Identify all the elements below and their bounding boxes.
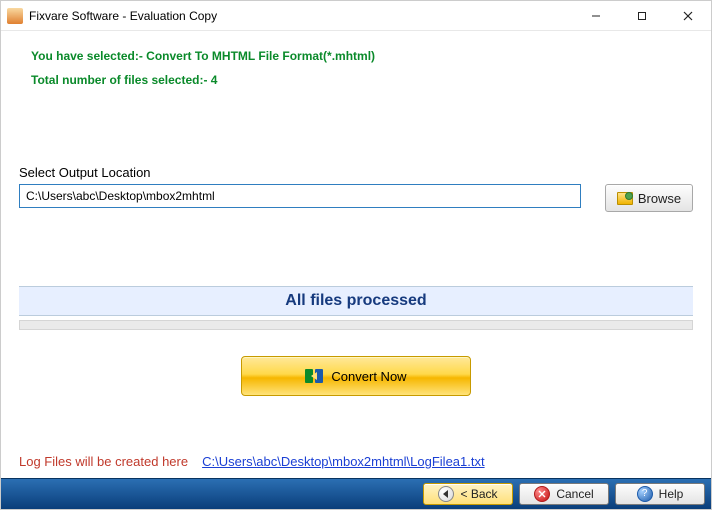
back-button[interactable]: < Back <box>423 483 513 505</box>
browse-button-label: Browse <box>638 191 681 206</box>
selection-summary-count: Total number of files selected:- 4 <box>31 73 693 87</box>
cancel-button[interactable]: Cancel <box>519 483 609 505</box>
back-button-label: < Back <box>460 487 497 501</box>
cancel-icon <box>534 486 550 502</box>
folder-icon <box>617 192 633 205</box>
content-area: You have selected:- Convert To MHTML Fil… <box>1 31 711 396</box>
titlebar: Fixvare Software - Evaluation Copy <box>1 1 711 31</box>
maximize-button[interactable] <box>619 1 665 30</box>
window-title: Fixvare Software - Evaluation Copy <box>29 9 217 23</box>
browse-button[interactable]: Browse <box>605 184 693 212</box>
log-line: Log Files will be created here C:\Users\… <box>19 454 485 469</box>
convert-now-button[interactable]: Convert Now <box>241 356 471 396</box>
output-location-input[interactable] <box>19 184 581 208</box>
help-button[interactable]: ? Help <box>615 483 705 505</box>
progress-bar <box>19 320 693 330</box>
status-bar: All files processed <box>19 286 693 316</box>
cancel-button-label: Cancel <box>556 487 593 501</box>
help-button-label: Help <box>659 487 684 501</box>
minimize-button[interactable] <box>573 1 619 30</box>
output-row: Browse <box>19 184 693 212</box>
bottom-bar: < Back Cancel ? Help <box>1 478 711 509</box>
convert-icon <box>305 367 323 385</box>
status-text: All files processed <box>285 292 426 310</box>
convert-button-label: Convert Now <box>331 369 406 384</box>
output-location-label: Select Output Location <box>19 165 693 180</box>
log-file-link[interactable]: C:\Users\abc\Desktop\mbox2mhtml\LogFilea… <box>202 454 485 469</box>
help-icon: ? <box>637 486 653 502</box>
selection-summary-format: You have selected:- Convert To MHTML Fil… <box>31 49 693 63</box>
window-controls <box>573 1 711 30</box>
back-arrow-icon <box>438 486 454 502</box>
log-label: Log Files will be created here <box>19 454 188 469</box>
close-button[interactable] <box>665 1 711 30</box>
convert-row: Convert Now <box>19 356 693 396</box>
app-icon <box>7 8 23 24</box>
